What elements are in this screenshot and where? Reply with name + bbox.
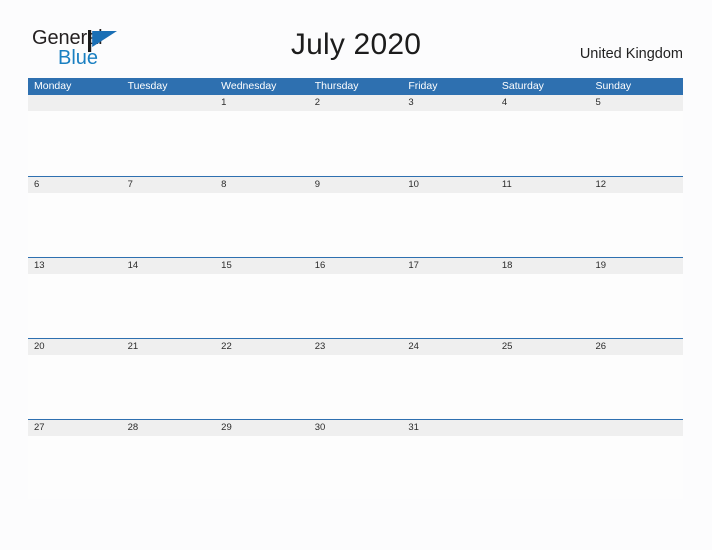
day-cell[interactable]: 5 bbox=[589, 95, 683, 111]
week-date-band: 13 14 15 16 17 18 19 bbox=[28, 257, 683, 274]
day-cell[interactable]: 31 bbox=[402, 420, 496, 436]
day-cell[interactable]: 20 bbox=[28, 339, 122, 355]
day-cell[interactable]: 4 bbox=[496, 95, 590, 111]
day-cell[interactable]: 14 bbox=[122, 258, 216, 274]
day-cell[interactable]: 12 bbox=[589, 177, 683, 193]
day-cell[interactable]: 10 bbox=[402, 177, 496, 193]
day-cell[interactable]: 30 bbox=[309, 420, 403, 436]
day-cell[interactable] bbox=[122, 95, 216, 111]
week-note-area[interactable] bbox=[28, 111, 683, 174]
weekday-header-thursday: Thursday bbox=[314, 80, 359, 92]
day-cell[interactable]: 24 bbox=[402, 339, 496, 355]
week-row: 13 14 15 16 17 18 19 bbox=[28, 257, 683, 338]
week-row: 6 7 8 9 10 11 12 bbox=[28, 176, 683, 257]
day-cell[interactable]: 19 bbox=[589, 258, 683, 274]
day-cell[interactable]: 18 bbox=[496, 258, 590, 274]
week-date-band: 20 21 22 23 24 25 26 bbox=[28, 338, 683, 355]
day-cell[interactable]: 3 bbox=[402, 95, 496, 111]
week-note-area[interactable] bbox=[28, 436, 683, 499]
day-cell[interactable]: 22 bbox=[215, 339, 309, 355]
day-cell[interactable]: 21 bbox=[122, 339, 216, 355]
day-cell[interactable]: 2 bbox=[309, 95, 403, 111]
day-cell[interactable]: 6 bbox=[28, 177, 122, 193]
week-note-area[interactable] bbox=[28, 355, 683, 418]
week-date-band: 1 2 3 4 5 bbox=[28, 95, 683, 111]
weekday-header-friday: Friday bbox=[408, 80, 438, 92]
day-cell[interactable]: 7 bbox=[122, 177, 216, 193]
day-cell[interactable]: 26 bbox=[589, 339, 683, 355]
day-cell[interactable] bbox=[28, 95, 122, 111]
week-row: 1 2 3 4 5 bbox=[28, 95, 683, 176]
day-cell[interactable]: 13 bbox=[28, 258, 122, 274]
day-cell[interactable]: 1 bbox=[215, 95, 309, 111]
weekday-header-sunday: Sunday bbox=[595, 80, 632, 92]
calendar-page: General Blue July 2020 United Kingdom Mo… bbox=[0, 0, 712, 550]
week-note-area[interactable] bbox=[28, 193, 683, 256]
weekday-header-monday: Monday bbox=[34, 80, 72, 92]
week-date-band: 27 28 29 30 31 bbox=[28, 419, 683, 436]
day-cell[interactable]: 8 bbox=[215, 177, 309, 193]
day-cell[interactable] bbox=[589, 420, 683, 436]
week-note-area[interactable] bbox=[28, 274, 683, 337]
calendar-grid: Monday Tuesday Wednesday Thursday Friday… bbox=[28, 78, 683, 500]
day-cell[interactable]: 11 bbox=[496, 177, 590, 193]
day-cell[interactable]: 28 bbox=[122, 420, 216, 436]
day-cell[interactable]: 16 bbox=[309, 258, 403, 274]
weekday-header-tuesday: Tuesday bbox=[127, 80, 168, 92]
country-label: United Kingdom bbox=[579, 46, 683, 62]
weekday-header-saturday: Saturday bbox=[501, 80, 544, 92]
day-cell[interactable] bbox=[496, 420, 590, 436]
day-cell[interactable]: 29 bbox=[215, 420, 309, 436]
day-cell[interactable]: 17 bbox=[402, 258, 496, 274]
day-cell[interactable]: 25 bbox=[496, 339, 590, 355]
day-cell[interactable]: 27 bbox=[28, 420, 122, 436]
weekday-header-wednesday: Wednesday bbox=[221, 80, 277, 92]
day-cell[interactable]: 15 bbox=[215, 258, 309, 274]
weekday-header-row: Monday Tuesday Wednesday Thursday Friday… bbox=[28, 78, 683, 95]
page-header: General Blue July 2020 United Kingdom bbox=[0, 0, 712, 78]
week-row: 27 28 29 30 31 bbox=[28, 419, 683, 500]
week-date-band: 6 7 8 9 10 11 12 bbox=[28, 176, 683, 193]
week-row: 20 21 22 23 24 25 26 bbox=[28, 338, 683, 419]
day-cell[interactable]: 23 bbox=[309, 339, 403, 355]
day-cell[interactable]: 9 bbox=[309, 177, 403, 193]
